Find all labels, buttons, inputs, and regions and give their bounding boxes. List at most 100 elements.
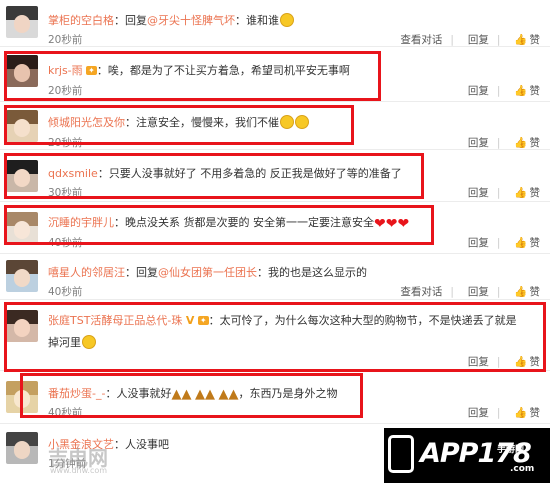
- comment-text: 晚点没关系 货都是次要的 安全第一一定要注意安全: [125, 216, 374, 229]
- timestamp: 20秒前: [48, 137, 83, 149]
- like-link[interactable]: 赞: [530, 407, 541, 419]
- thumb-up-icon[interactable]: 👍: [514, 236, 527, 249]
- avatar[interactable]: [6, 110, 38, 142]
- reply-prefix: 回复: [125, 14, 147, 27]
- comment-row: 张庭TST活酵母正品总代-珠 V ✦ ：太可怜了，为什么每次这种大型的购物节，不是…: [0, 300, 550, 371]
- avatar[interactable]: [6, 381, 38, 413]
- timestamp: 20秒前: [48, 34, 83, 46]
- separator: ：: [96, 64, 108, 77]
- username[interactable]: qdxsmile: [48, 167, 98, 180]
- separator: ：: [97, 167, 109, 180]
- reply-link[interactable]: 回复: [468, 85, 489, 97]
- comment-text: 唉，都是为了不让买方着急，希望司机平安无事啊: [107, 64, 350, 77]
- thumb-up-icon[interactable]: 👍: [514, 136, 527, 149]
- reply-link[interactable]: 回复: [468, 237, 489, 249]
- thumb-up-icon[interactable]: 👍: [514, 406, 527, 419]
- mention-link[interactable]: @牙尖十怪脾气坏: [147, 14, 235, 27]
- thumb-up-icon[interactable]: 👍: [514, 186, 527, 199]
- comment-row: 倾城阳光怎及你：注意安全，慢慢来，我们不催 20秒前 回复 | 👍 赞: [0, 102, 550, 150]
- timestamp: 20秒前: [48, 85, 83, 97]
- comment-row: 嘻星人的邻居汪：回复@仙女团第一任团长：我的也是这么显示的 40秒前 查看对话 |…: [0, 254, 550, 300]
- action-divider: |: [496, 85, 501, 97]
- reply-link[interactable]: 回复: [468, 187, 489, 199]
- logo-subtext: 手游网: [497, 445, 525, 455]
- watermark-subtext: www.dnw.com: [50, 466, 108, 475]
- action-divider: |: [496, 407, 501, 419]
- smile-emoji-icon: [295, 115, 309, 129]
- reply-link[interactable]: 回复: [468, 137, 489, 149]
- thumb-up-icon[interactable]: 👍: [514, 33, 527, 46]
- comment-row: 沉睡的宇胖儿：晚点没关系 货都是次要的 安全第一一定要注意安全❤❤❤ 40秒前 …: [0, 202, 550, 254]
- timestamp: 40秒前: [48, 407, 83, 419]
- pray-emoji-icon: ▲▲: [218, 387, 239, 402]
- comment-row: 番茄炒蛋-_-：人没事就好▲▲ ▲▲ ▲▲，东西乃是身外之物 40秒前 回复 | 👍…: [0, 371, 550, 424]
- avatar[interactable]: [6, 160, 38, 192]
- username[interactable]: 张庭TST活酵母正品总代-珠: [48, 314, 182, 327]
- view-thread-link[interactable]: 查看对话: [400, 34, 442, 46]
- separator: ：: [125, 266, 136, 279]
- like-link[interactable]: 赞: [530, 356, 541, 368]
- timestamp: 40秒前: [48, 286, 83, 298]
- like-link[interactable]: 赞: [530, 286, 541, 298]
- logo-domain: .com: [510, 464, 535, 474]
- like-link[interactable]: 赞: [530, 187, 541, 199]
- timestamp: 30秒前: [48, 187, 83, 199]
- laugh-emoji-icon: [280, 13, 294, 27]
- heart-emoji-icon: ❤: [397, 216, 410, 232]
- separator: ：: [114, 14, 125, 27]
- thumb-up-icon[interactable]: 👍: [514, 84, 527, 97]
- mention-link[interactable]: @仙女团第一任团长: [158, 266, 257, 279]
- pray-emoji-icon: ▲▲: [171, 387, 192, 402]
- view-thread-link[interactable]: 查看对话: [400, 286, 442, 298]
- username[interactable]: krjs-雨: [48, 64, 83, 77]
- reply-link[interactable]: 回复: [468, 34, 489, 46]
- action-divider: |: [496, 286, 501, 298]
- comment-text: ：我的也是这么显示的: [257, 266, 367, 279]
- avatar[interactable]: [6, 6, 38, 38]
- smile-emoji-icon: [280, 115, 294, 129]
- avatar[interactable]: [6, 212, 38, 244]
- avatar[interactable]: [6, 55, 38, 87]
- comment-text: 只要人没事就好了 不用多着急的 反正我是做好了等的准备了: [108, 167, 402, 180]
- username[interactable]: 倾城阳光怎及你: [48, 116, 125, 129]
- timestamp: 40秒前: [48, 237, 83, 249]
- like-link[interactable]: 赞: [530, 237, 541, 249]
- comment-row: 掌柜的空白格：回复@牙尖十怪脾气坏：谁和谁 20秒前 查看对话 | 回复 | 👍 赞: [0, 0, 550, 47]
- action-divider: |: [496, 187, 501, 199]
- username[interactable]: 掌柜的空白格: [48, 14, 114, 27]
- username[interactable]: 沉睡的宇胖儿: [48, 216, 114, 229]
- reply-prefix: 回复: [136, 266, 158, 279]
- comment-text: 人没事就好: [116, 387, 172, 400]
- avatar[interactable]: [6, 260, 38, 292]
- phone-icon: [388, 435, 414, 473]
- action-divider: |: [450, 34, 454, 46]
- like-link[interactable]: 赞: [530, 85, 541, 97]
- like-link[interactable]: 赞: [530, 137, 541, 149]
- pray-emoji-icon: ▲▲: [194, 387, 215, 402]
- heart-emoji-icon: ❤: [374, 216, 386, 232]
- separator: ：: [208, 314, 220, 327]
- reply-link[interactable]: 回复: [468, 407, 489, 419]
- level-badge-icon: ✦: [86, 66, 97, 75]
- comment-row: qdxsmile：只要人没事就好了 不用多着急的 反正我是做好了等的准备了 30…: [0, 150, 550, 202]
- action-divider: |: [496, 356, 501, 368]
- reply-link[interactable]: 回复: [468, 286, 489, 298]
- heart-emoji-icon: ❤: [385, 216, 398, 232]
- cry-emoji-icon: [82, 335, 96, 349]
- level-badge-icon: ✦: [197, 316, 209, 325]
- username[interactable]: 嘻星人的邻居汪: [48, 266, 125, 279]
- comment-row: krjs-雨 ✦ ：唉，都是为了不让买方着急，希望司机平安无事啊 20秒前 回复 |…: [0, 47, 550, 102]
- reply-link[interactable]: 回复: [468, 356, 489, 368]
- verified-badge: V: [185, 314, 195, 327]
- action-divider: |: [496, 237, 501, 249]
- thumb-up-icon[interactable]: 👍: [514, 285, 527, 298]
- watermark: 吉电网 www.dnw.com: [4, 436, 174, 480]
- username[interactable]: 番茄炒蛋-_-: [48, 387, 105, 400]
- avatar[interactable]: [6, 310, 38, 342]
- like-link[interactable]: 赞: [530, 34, 541, 46]
- comment-text-continued: 掉河里: [48, 336, 81, 349]
- comment-text: 注意安全，慢慢来，我们不催: [136, 116, 279, 129]
- separator: ：: [125, 116, 136, 129]
- thumb-up-icon[interactable]: 👍: [514, 355, 527, 368]
- action-divider: |: [496, 34, 501, 46]
